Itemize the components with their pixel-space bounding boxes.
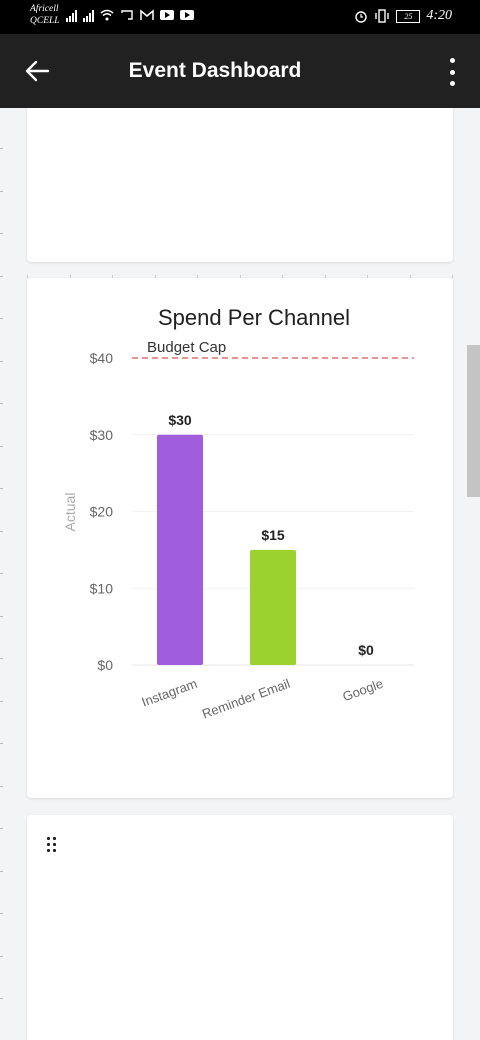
battery-icon: 25 xyxy=(396,9,421,23)
rail-dot xyxy=(0,275,3,277)
rail-dot xyxy=(0,700,3,702)
gmail-icon xyxy=(140,9,154,20)
bar xyxy=(250,549,296,665)
dashboard-card-bottom xyxy=(27,815,453,1040)
rail-dot xyxy=(0,148,3,149)
x-tick-label: Instagram xyxy=(140,676,199,710)
carrier-label: Africell QCELL xyxy=(30,3,60,27)
rail-dot xyxy=(0,445,3,447)
wifi-icon xyxy=(100,9,114,21)
y-tick-label: $40 xyxy=(90,350,114,366)
scrollbar[interactable] xyxy=(467,345,480,497)
data-label: $30 xyxy=(168,412,192,428)
data-label: $0 xyxy=(358,642,374,658)
rail-dot xyxy=(0,233,3,234)
bar xyxy=(157,434,203,665)
rail-dot xyxy=(0,403,3,404)
bar-chart: Spend Per Channel $0 $10 $20 $30 $40 $30 $15 $… xyxy=(62,305,414,722)
rail-dot xyxy=(0,573,3,574)
page-title: Event Dashboard xyxy=(128,59,302,82)
rail-dot xyxy=(0,360,3,362)
signal-icon xyxy=(66,8,77,22)
rail-dot xyxy=(0,615,3,617)
rail-dot xyxy=(0,828,3,829)
dashboard-card-top xyxy=(27,108,453,262)
x-tick-label: Reminder Email xyxy=(200,676,292,722)
budget-cap-label: Budget Cap xyxy=(147,339,226,356)
rail-dot xyxy=(0,530,3,532)
youtube-icon xyxy=(160,10,174,20)
drag-handle-icon[interactable] xyxy=(47,837,59,853)
signal-icon-2 xyxy=(83,8,94,22)
chart-title: Spend Per Channel xyxy=(158,305,350,330)
y-tick-label: $0 xyxy=(97,657,113,673)
app-bar: Event Dashboard xyxy=(0,34,480,108)
status-icons-left xyxy=(66,8,194,22)
status-bar: Africell QCELL 25 4:20 xyxy=(0,0,480,34)
rail-dot xyxy=(0,658,3,659)
clock: 4:20 xyxy=(426,8,452,23)
y-tick-label: $20 xyxy=(90,504,114,520)
rail-dot xyxy=(0,190,3,192)
rail-dot xyxy=(0,785,3,787)
cast-icon xyxy=(121,10,133,20)
y-tick-label: $30 xyxy=(90,427,114,443)
youtube-icon-2 xyxy=(180,10,194,20)
rail-dot xyxy=(0,955,3,957)
rail-dot xyxy=(0,743,3,744)
rail-dot xyxy=(0,913,3,914)
data-label: $15 xyxy=(261,527,285,543)
y-tick-label: $10 xyxy=(90,580,114,596)
dashboard-content[interactable]: Spend Per Channel $0 $10 $20 $30 $40 $30 $15 $… xyxy=(0,108,480,1040)
alarm-icon xyxy=(355,11,368,23)
carrier-line-2: QCELL xyxy=(30,16,60,26)
more-vertical-icon[interactable] xyxy=(444,58,460,86)
rail-dot xyxy=(0,318,3,319)
y-axis-label: Actual xyxy=(62,493,78,532)
rail-dot xyxy=(0,870,3,872)
rail-dot xyxy=(0,998,3,999)
chart-card: Spend Per Channel $0 $10 $20 $30 $40 $30 $15 $… xyxy=(27,278,453,798)
x-tick-label: Google xyxy=(341,676,386,704)
left-rail xyxy=(0,108,6,1040)
rail-dot xyxy=(0,488,3,489)
vibrate-icon xyxy=(375,9,390,23)
status-icons-right: 25 4:20 xyxy=(354,8,452,24)
carrier-line-1: Africell xyxy=(30,4,59,14)
